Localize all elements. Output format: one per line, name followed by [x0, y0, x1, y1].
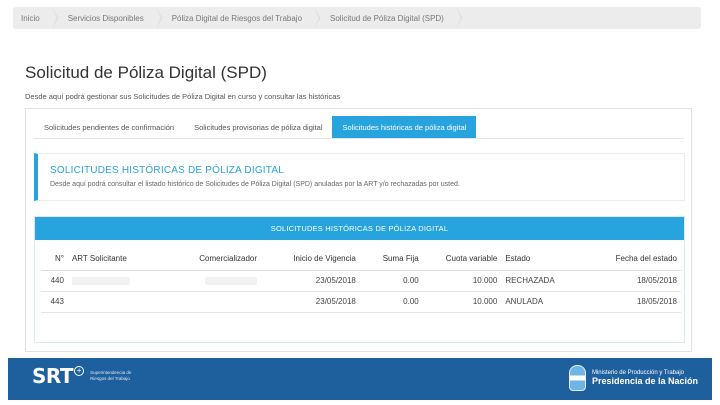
- cell-estado: RECHAZADA: [501, 270, 580, 292]
- coat-of-arms-icon: [568, 365, 586, 391]
- cell-cuota: 10.000: [422, 291, 502, 313]
- breadcrumb-item-servicios[interactable]: Servicios Disponibles: [52, 7, 162, 29]
- table-row[interactable]: 440 23/05/2018 0.00 10.000 RECHAZADA 18/…: [41, 270, 681, 292]
- plus-icon: +: [74, 366, 85, 376]
- cell-suma: 0.00: [359, 270, 423, 292]
- cell-art: [67, 291, 169, 313]
- page: Inicio Servicios Disponibles Póliza Digi…: [0, 0, 720, 405]
- breadcrumb-item-inicio[interactable]: Inicio: [13, 7, 58, 29]
- column-header-numero[interactable]: N°: [41, 248, 68, 271]
- page-title: Solicitud de Póliza Digital (SPD): [25, 63, 267, 82]
- cell-comercializador: [168, 291, 262, 313]
- page-subtitle: Desde aquí podrá gestionar sus Solicitud…: [25, 92, 341, 101]
- history-table-card: SOLICITUDES HISTÓRICAS DE PÓLIZA DIGITAL…: [34, 216, 685, 343]
- tab-historicas[interactable]: Solicitudes históricas de póliza digital: [332, 116, 477, 139]
- column-header-estado[interactable]: Estado: [501, 248, 580, 271]
- column-header-cuota[interactable]: Cuota variable: [422, 248, 502, 271]
- cell-comercializador: [168, 270, 262, 292]
- redacted-art: [71, 276, 130, 285]
- info-box: SOLICITUDES HISTÓRICAS DE PÓLIZA DIGITAL…: [34, 153, 685, 201]
- cell-cuota: 10.000: [422, 270, 502, 292]
- info-title: SOLICITUDES HISTÓRICAS DE PÓLIZA DIGITAL: [50, 165, 284, 176]
- srt-logo: SRT + Superintendencia de Riesgos del Tr…: [32, 364, 131, 388]
- footer: SRT + Superintendencia de Riesgos del Tr…: [8, 358, 712, 400]
- presidency-name: Presidencia de la Nación: [591, 376, 698, 386]
- table-row[interactable]: 443 23/05/2018 0.00 10.000 ANULADA 18/05…: [41, 291, 681, 313]
- tab-provisorias[interactable]: Solicitudes provisorias de póliza digita…: [184, 116, 333, 139]
- column-header-comercializador[interactable]: Comercializador: [168, 248, 262, 271]
- cell-art: [67, 270, 169, 292]
- tab-bar: Solicitudes pendientes de confirmación S…: [34, 116, 477, 139]
- cell-estado: ANULADA: [501, 291, 580, 313]
- cell-fecha: 18/05/2018: [579, 291, 681, 313]
- cell-inicio: 23/05/2018: [261, 270, 360, 292]
- breadcrumb-label: Inicio: [21, 13, 40, 23]
- history-table: N° ART Solicitante Comercializador Inici…: [41, 248, 681, 313]
- tab-pendientes[interactable]: Solicitudes pendientes de confirmación: [34, 116, 185, 139]
- breadcrumb-label: Póliza Digital de Riesgos del Trabajo: [171, 13, 303, 23]
- column-header-art[interactable]: ART Solicitante: [67, 248, 169, 271]
- breadcrumb-item-poliza[interactable]: Póliza Digital de Riesgos del Trabajo: [156, 7, 321, 29]
- cell-fecha: 18/05/2018: [579, 270, 681, 292]
- cell-inicio: 23/05/2018: [261, 291, 360, 313]
- cell-suma: 0.00: [359, 291, 423, 313]
- info-text: Desde aquí podrá consultar el listado hi…: [50, 181, 460, 188]
- cell-numero: 440: [41, 270, 68, 292]
- breadcrumb-item-current: Solicitud de Póliza Digital (SPD): [314, 7, 462, 29]
- column-header-suma[interactable]: Suma Fija: [359, 248, 423, 271]
- srt-sub-line2: Riesgos del Trabajo: [90, 376, 130, 381]
- government-text: Ministerio de Producción y Trabajo Presi…: [592, 370, 698, 386]
- srt-logo-text: SRT: [32, 364, 74, 388]
- cell-numero: 443: [41, 291, 68, 313]
- column-header-inicio[interactable]: Inicio de Vigencia: [261, 248, 360, 271]
- breadcrumb: Inicio Servicios Disponibles Póliza Digi…: [13, 7, 701, 29]
- table-title: SOLICITUDES HISTÓRICAS DE PÓLIZA DIGITAL: [35, 217, 684, 240]
- tab-divider: [34, 138, 684, 139]
- breadcrumb-label: Solicitud de Póliza Digital (SPD): [330, 13, 444, 23]
- table-header-row: N° ART Solicitante Comercializador Inici…: [41, 248, 681, 271]
- main-panel: Solicitudes pendientes de confirmación S…: [25, 108, 692, 352]
- government-brand: Ministerio de Producción y Trabajo Presi…: [568, 365, 698, 391]
- redacted-comercializador: [205, 276, 258, 285]
- column-header-fecha[interactable]: Fecha del estado: [579, 248, 681, 271]
- srt-logo-subtitle: Superintendencia de Riesgos del Trabajo: [90, 370, 131, 382]
- breadcrumb-label: Servicios Disponibles: [67, 13, 144, 23]
